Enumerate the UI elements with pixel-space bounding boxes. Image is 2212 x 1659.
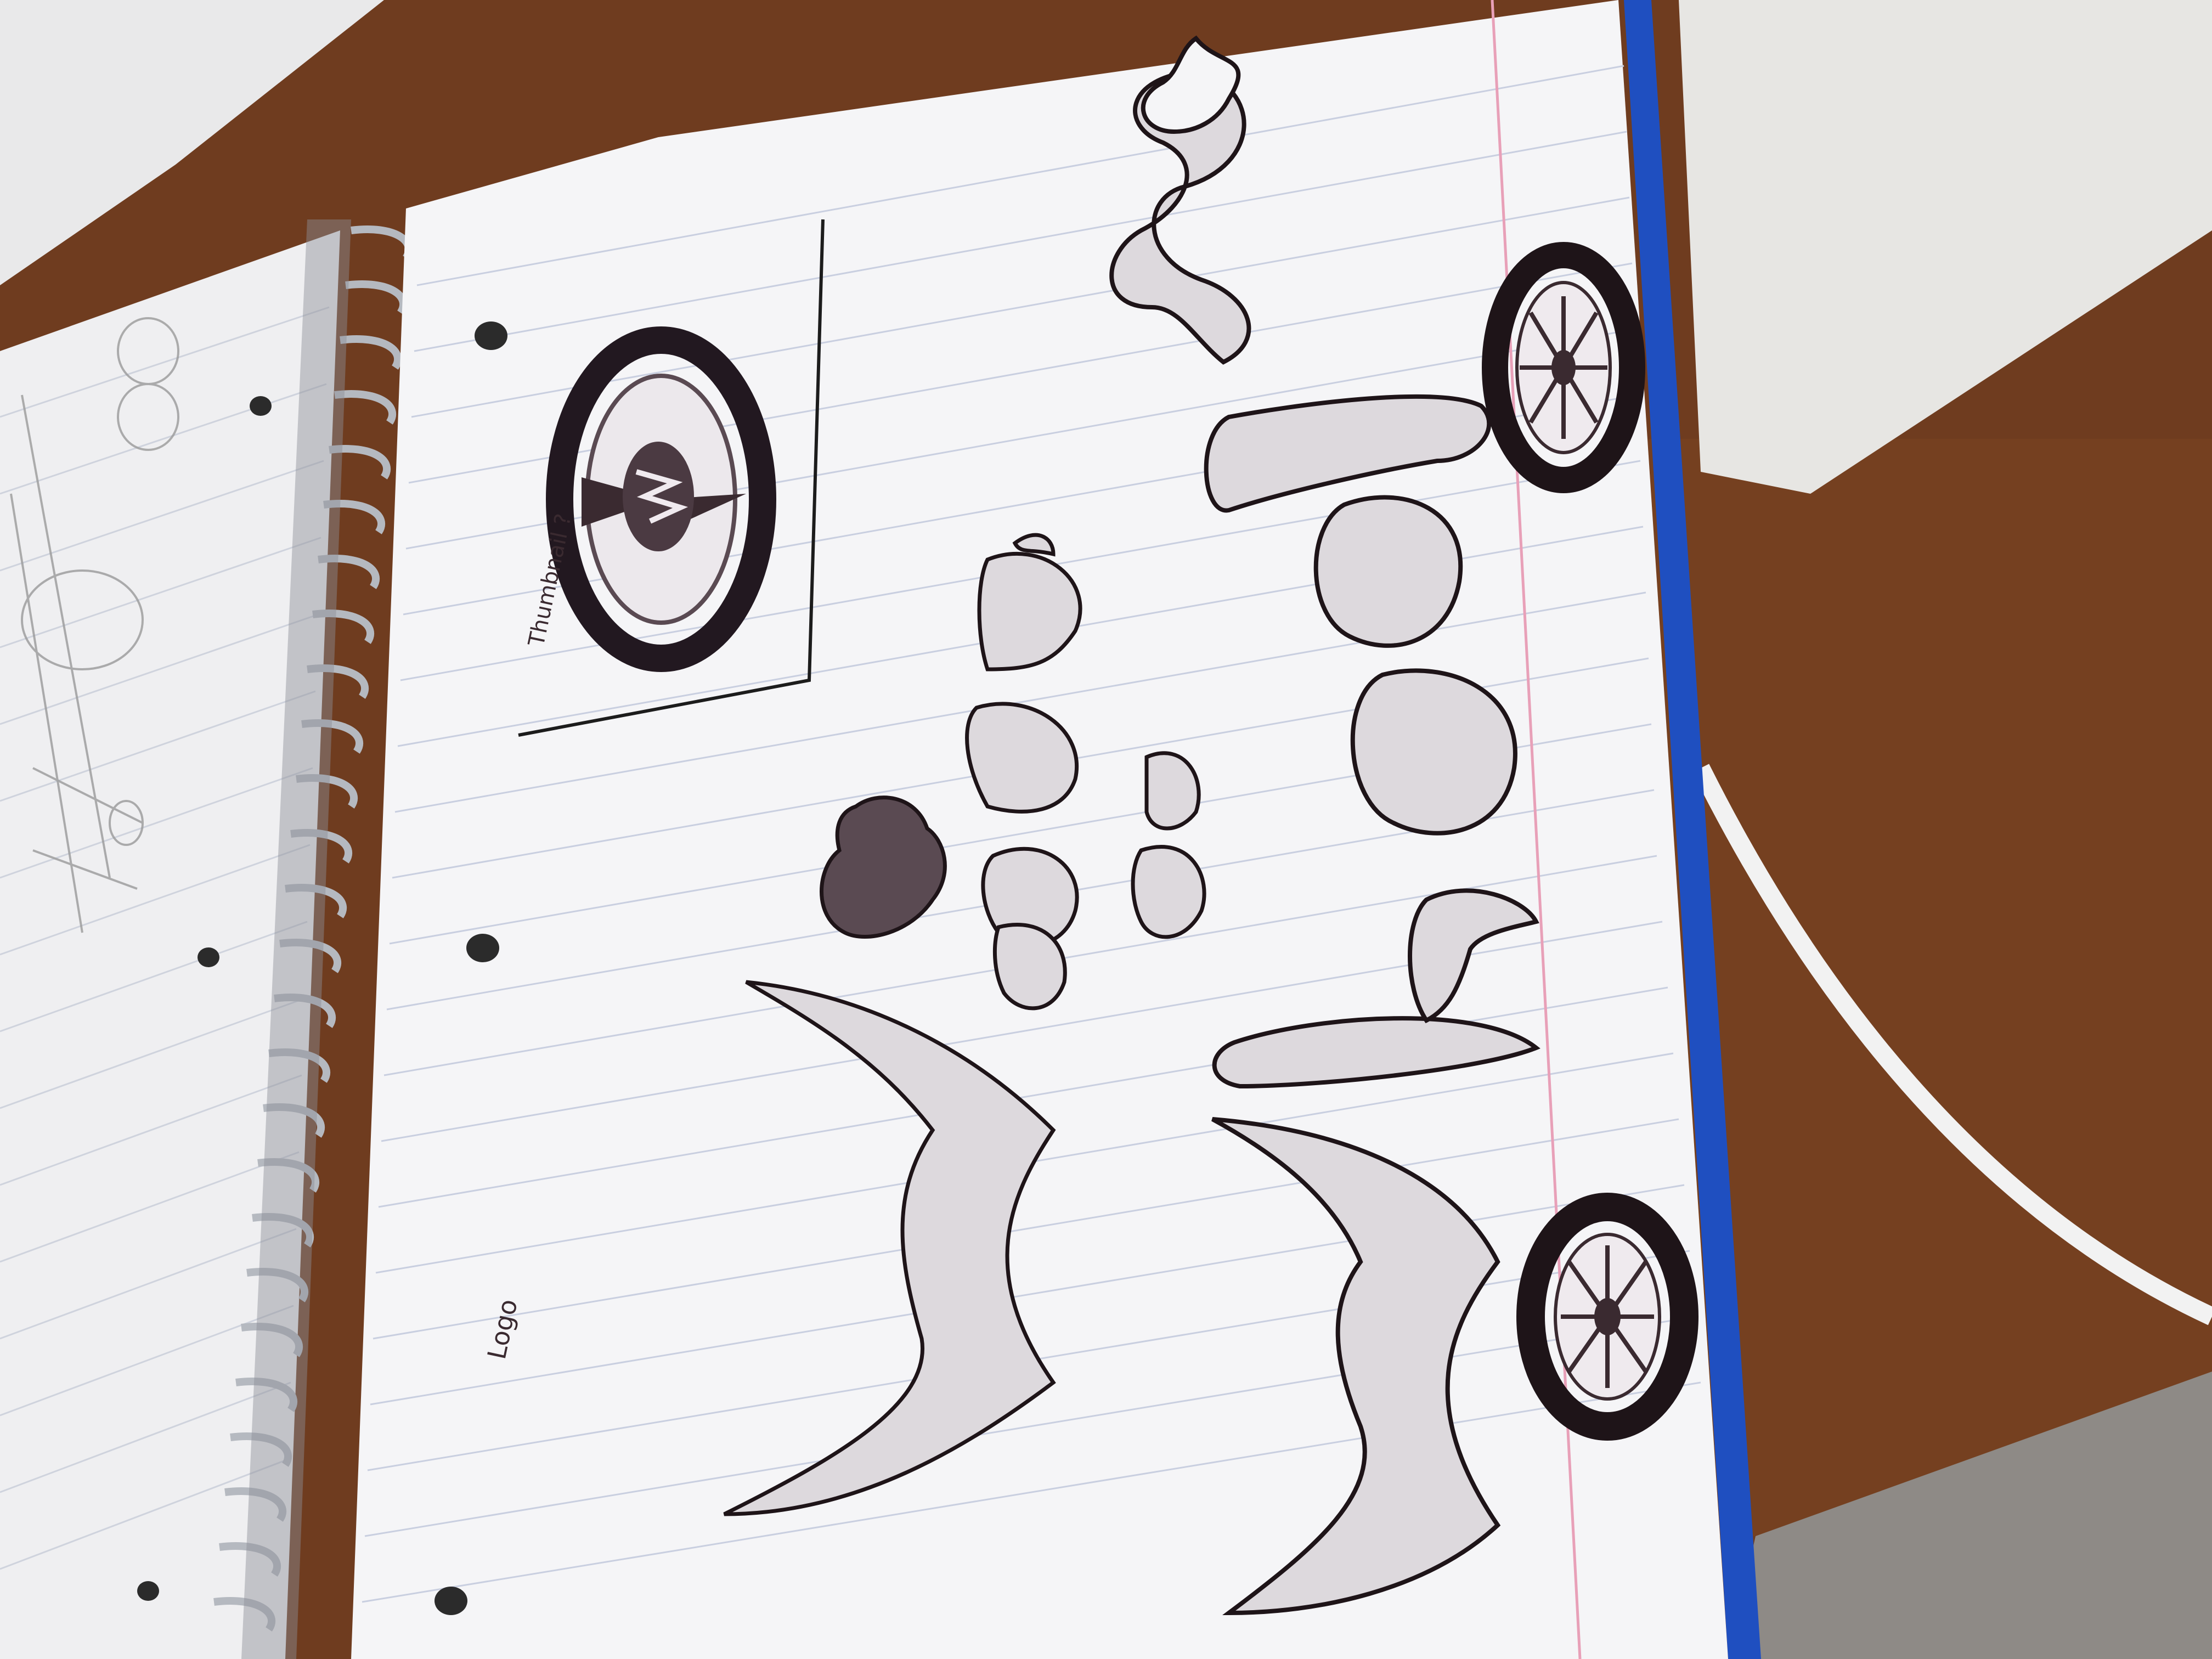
wheel-icon bbox=[1516, 1193, 1699, 1441]
thumbnail-emblem-icon bbox=[546, 326, 776, 672]
letter-e-1 bbox=[1313, 495, 1463, 648]
wheel-icon bbox=[1482, 242, 1645, 493]
right-page bbox=[351, 0, 1728, 1659]
letter-small-1 bbox=[1144, 751, 1201, 831]
notebook-photo: Thumbnail ? Logo bbox=[0, 0, 2212, 1659]
letter-o-small bbox=[1131, 845, 1206, 939]
letter-e-2 bbox=[1350, 668, 1517, 836]
